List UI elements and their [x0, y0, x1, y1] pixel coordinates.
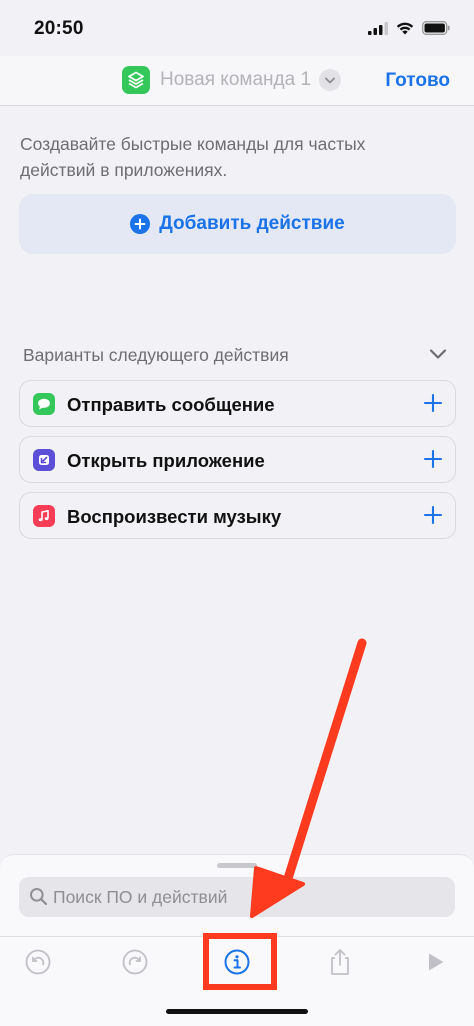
redo-icon	[121, 948, 149, 981]
shortcut-title-menu[interactable]: Новая команда 1	[122, 66, 342, 94]
search-icon	[29, 887, 48, 911]
add-action-label: Добавить действие	[159, 213, 345, 234]
music-icon	[33, 505, 55, 527]
chevron-down-icon[interactable]	[429, 347, 447, 365]
shortcuts-app-icon	[122, 66, 150, 94]
open-app-icon	[33, 449, 55, 471]
status-bar: 20:50	[0, 0, 474, 56]
search-input[interactable]	[53, 877, 433, 917]
suggestions-header[interactable]: Варианты следующего действия	[23, 342, 447, 368]
undo-button[interactable]	[21, 947, 55, 981]
suggestion-label: Отправить сообщение	[67, 394, 275, 415]
run-button[interactable]	[418, 947, 452, 981]
suggestion-open-app[interactable]: Открыть приложение	[19, 436, 456, 483]
suggestion-send-message[interactable]: Отправить сообщение	[19, 380, 456, 427]
shortcut-title: Новая команда 1	[160, 69, 312, 90]
suggestion-label: Воспроизвести музыку	[67, 506, 282, 527]
add-icon[interactable]	[422, 392, 444, 419]
suggestions-title: Варианты следующего действия	[23, 345, 289, 365]
play-icon	[423, 950, 447, 979]
info-highlight-box	[203, 933, 277, 990]
sheet-grabber[interactable]	[217, 863, 257, 868]
add-icon[interactable]	[422, 448, 444, 475]
description-text: Создавайте быстрые команды для частых де…	[20, 134, 366, 180]
search-bar[interactable]	[19, 877, 455, 917]
add-action-button[interactable]: Добавить действие	[19, 194, 456, 254]
home-indicator[interactable]	[166, 1009, 308, 1014]
suggestion-label: Открыть приложение	[67, 450, 265, 471]
add-icon[interactable]	[422, 504, 444, 531]
messages-icon	[33, 393, 55, 415]
share-button[interactable]	[323, 947, 357, 981]
signal-icon	[368, 21, 388, 40]
redo-button[interactable]	[118, 947, 152, 981]
suggestion-play-music[interactable]: Воспроизвести музыку	[19, 492, 456, 539]
status-indicators	[368, 21, 450, 40]
battery-icon	[422, 21, 450, 40]
nav-bar: Новая команда 1 Готово	[0, 56, 474, 106]
undo-icon	[24, 948, 52, 981]
done-button[interactable]: Готово	[385, 70, 450, 92]
status-time: 20:50	[34, 18, 84, 39]
wifi-icon	[396, 21, 414, 40]
share-icon	[326, 947, 354, 982]
plus-circle-icon	[130, 214, 151, 234]
chevron-down-icon[interactable]	[319, 69, 342, 91]
